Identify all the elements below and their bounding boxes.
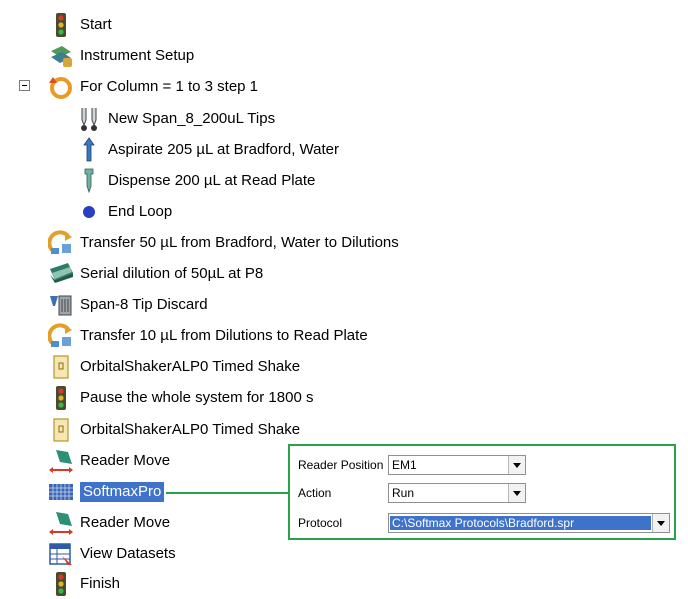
tree-item-end-loop[interactable]: End Loop xyxy=(76,197,172,227)
tree-item-label: Reader Move xyxy=(80,452,171,469)
tree-item-pause[interactable]: Pause the whole system for 1800 s xyxy=(48,383,313,413)
loop-icon xyxy=(49,77,72,99)
softmaxpro-properties-panel: Reader Position EM1 Action Run Protocol … xyxy=(288,444,676,540)
tree-item-instrument-setup[interactable]: Instrument Setup xyxy=(48,41,194,71)
tree-item-softmaxpro[interactable]: SoftmaxPro xyxy=(48,477,165,507)
tree-item-finish[interactable]: Finish xyxy=(48,569,120,599)
tip-discard-icon xyxy=(50,295,72,316)
tree-item-timed-shake-2[interactable]: OrbitalShakerALP0 Timed Shake xyxy=(48,415,300,445)
aspirate-pipette-icon xyxy=(83,137,95,162)
reader-move-icon xyxy=(49,450,73,473)
shaker-icon xyxy=(53,418,69,442)
tree-item-serial-dilution[interactable]: Serial dilution of 50µL at P8 xyxy=(48,259,263,289)
tree-item-new-tips[interactable]: New Span_8_200uL Tips xyxy=(76,104,275,134)
transfer-icon xyxy=(48,323,72,347)
tree-item-label: Aspirate 205 µL at Bradford, Water xyxy=(108,141,339,158)
dispense-pipette-icon xyxy=(84,168,94,194)
reader-position-value: EM1 xyxy=(392,458,417,472)
view-datasets-icon xyxy=(49,543,72,565)
protocol-select[interactable]: C:\Softmax Protocols\Bradford.spr xyxy=(388,513,670,533)
shaker-icon xyxy=(53,355,69,379)
transfer-icon xyxy=(48,230,72,254)
action-select[interactable]: Run xyxy=(388,483,526,503)
tree-item-timed-shake-1[interactable]: OrbitalShakerALP0 Timed Shake xyxy=(48,352,300,382)
tree-item-label: Finish xyxy=(80,575,121,592)
collapse-toggle-icon[interactable] xyxy=(19,80,30,91)
tree-item-aspirate[interactable]: Aspirate 205 µL at Bradford, Water xyxy=(76,135,339,165)
chevron-down-icon[interactable] xyxy=(508,456,525,474)
tips-icon xyxy=(81,108,97,131)
chevron-down-icon[interactable] xyxy=(508,484,525,502)
tree-item-view-datasets[interactable]: View Datasets xyxy=(48,539,176,569)
tree-item-reader-move-2[interactable]: Reader Move xyxy=(48,508,170,538)
tree-item-label: View Datasets xyxy=(80,545,176,562)
tree-item-label: Dispense 200 µL at Read Plate xyxy=(108,172,316,189)
tree-item-label: Reader Move xyxy=(80,514,171,531)
tree-item-label: Start xyxy=(80,16,112,33)
action-value: Run xyxy=(392,486,415,500)
tree-item-reader-move-1[interactable]: Reader Move xyxy=(48,446,170,476)
tree-item-dispense[interactable]: Dispense 200 µL at Read Plate xyxy=(76,166,315,196)
traffic-light-pause-icon xyxy=(56,386,66,410)
tree-item-label: Instrument Setup xyxy=(80,47,195,64)
tree-item-label: Span-8 Tip Discard xyxy=(80,296,208,313)
tree-item-label: New Span_8_200uL Tips xyxy=(108,110,276,127)
chevron-down-icon[interactable] xyxy=(652,514,669,532)
tree-item-label: Pause the whole system for 1800 s xyxy=(80,389,314,406)
tree-item-label: Serial dilution of 50µL at P8 xyxy=(80,265,264,282)
traffic-light-finish-icon xyxy=(56,572,66,596)
serial-dilution-icon xyxy=(50,263,73,283)
protocol-value: C:\Softmax Protocols\Bradford.spr xyxy=(390,516,651,530)
end-loop-dot-icon xyxy=(83,206,95,218)
callout-connector xyxy=(166,492,290,494)
tree-item-label: Transfer 50 µL from Bradford, Water to D… xyxy=(80,234,399,251)
instrument-setup-icon xyxy=(51,46,72,67)
traffic-light-start-icon xyxy=(56,13,66,37)
tree-item-transfer-1[interactable]: Transfer 50 µL from Bradford, Water to D… xyxy=(48,228,399,258)
action-label: Action xyxy=(298,486,332,500)
tree-item-start[interactable]: Start xyxy=(48,10,112,40)
tree-item-label: OrbitalShakerALP0 Timed Shake xyxy=(80,358,301,375)
tree-item-tip-discard[interactable]: Span-8 Tip Discard xyxy=(48,290,208,320)
softmaxpro-grid-icon xyxy=(49,484,73,500)
tree-item-transfer-2[interactable]: Transfer 10 µL from Dilutions to Read Pl… xyxy=(48,321,368,351)
tree-item-for-loop[interactable]: For Column = 1 to 3 step 1 xyxy=(48,72,258,102)
tree-item-label: End Loop xyxy=(108,203,173,220)
tree-item-label: SoftmaxPro xyxy=(80,482,165,502)
reader-position-label: Reader Position xyxy=(298,458,384,472)
reader-move-icon xyxy=(49,512,73,535)
tree-item-label: OrbitalShakerALP0 Timed Shake xyxy=(80,421,301,438)
protocol-label: Protocol xyxy=(298,516,343,530)
reader-position-select[interactable]: EM1 xyxy=(388,455,526,475)
tree-item-label: For Column = 1 to 3 step 1 xyxy=(80,78,259,95)
tree-item-label: Transfer 10 µL from Dilutions to Read Pl… xyxy=(80,327,368,344)
